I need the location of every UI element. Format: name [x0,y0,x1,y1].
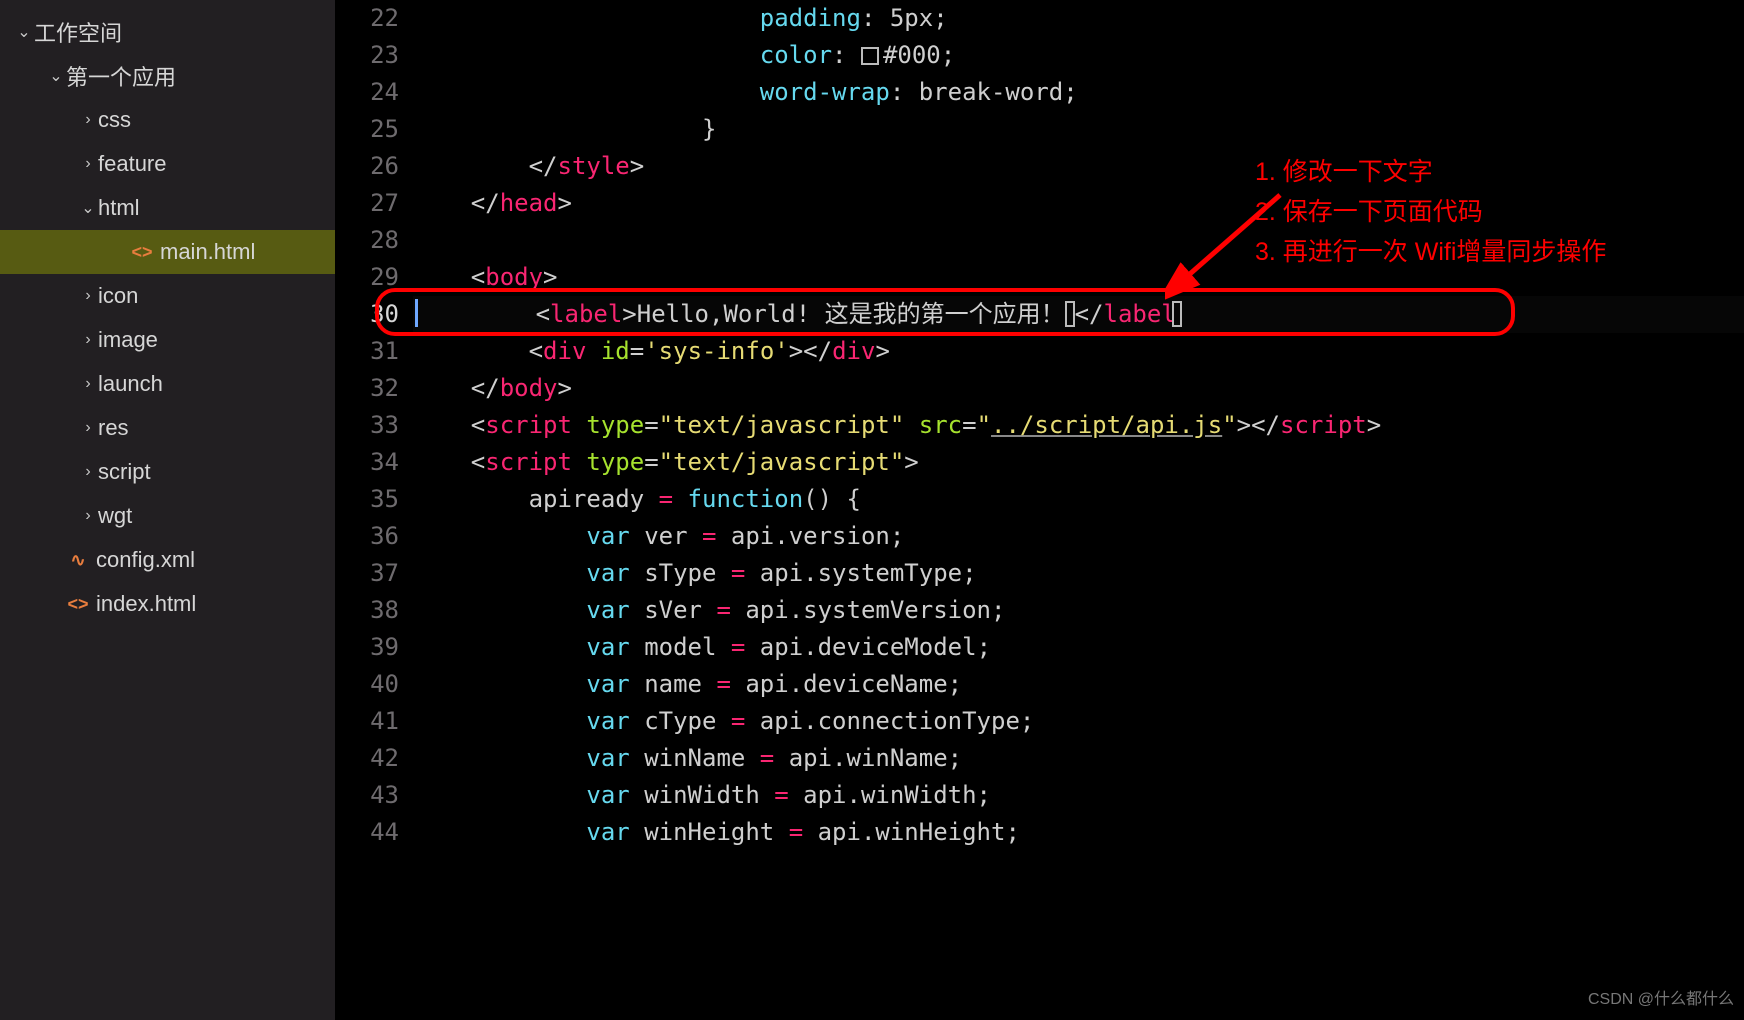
code-line[interactable]: var winHeight = api.winHeight; [413,814,1744,851]
code-line[interactable]: </style> [413,148,1744,185]
code-line[interactable]: var ver = api.version; [413,518,1744,555]
code-editor[interactable]: 2223242526272829303132333435363738394041… [335,0,1744,1020]
line-number: 44 [335,814,399,851]
code-line[interactable]: var sType = api.systemType; [413,555,1744,592]
tree-item-label: launch [98,371,163,397]
code-area[interactable]: padding: 5px; color: #000; word-wrap: br… [413,0,1744,851]
chevron-right-icon: › [78,463,98,481]
line-number: 26 [335,148,399,185]
watermark: CSDN @什么都什么 [1588,981,1734,1018]
line-number: 34 [335,444,399,481]
tree-item-label: main.html [160,239,255,265]
chevron-right-icon: › [78,419,98,437]
tree-item-label: html [98,195,140,221]
tree-folder-css[interactable]: ›css [0,98,335,142]
tree-item-label: 第一个应用 [66,60,176,92]
cursor-marker-icon [1065,301,1075,327]
tree-item-label: res [98,415,129,441]
cursor-marker-icon [1172,301,1182,327]
line-number: 30 [335,296,399,333]
tree-item-label: wgt [98,503,132,529]
tree-item-label: css [98,107,131,133]
tree-folder-第一个应用[interactable]: ⌄第一个应用 [0,54,335,98]
color-swatch-icon [861,47,879,65]
line-number: 38 [335,592,399,629]
chevron-right-icon: › [78,155,98,173]
line-number: 31 [335,333,399,370]
line-number: 42 [335,740,399,777]
tree-item-label: image [98,327,158,353]
tree-item-label: feature [98,151,167,177]
tree-folder-res[interactable]: ›res [0,406,335,450]
line-number: 24 [335,74,399,111]
tree-root[interactable]: ⌄ 工作空间 [0,10,335,54]
tree-item-label: index.html [96,591,196,617]
code-line[interactable]: </head> [413,185,1744,222]
chevron-down-icon: ⌄ [78,198,98,218]
chevron-right-icon: › [78,375,98,393]
code-line[interactable]: var sVer = api.systemVersion; [413,592,1744,629]
tree-folder-icon[interactable]: ›icon [0,274,335,318]
line-number: 39 [335,629,399,666]
line-number: 33 [335,407,399,444]
line-number: 29 [335,259,399,296]
chevron-right-icon: › [78,111,98,129]
tree-folder-html[interactable]: ⌄html [0,186,335,230]
code-line[interactable]: apiready = function() { [413,481,1744,518]
tree-folder-wgt[interactable]: ›wgt [0,494,335,538]
code-line[interactable]: padding: 5px; [413,0,1744,37]
app-root: ⌄ 工作空间 ⌄第一个应用›css›feature⌄html<>main.htm… [0,0,1744,1020]
line-number: 37 [335,555,399,592]
code-line[interactable]: <div id='sys-info'></div> [413,333,1744,370]
line-number: 27 [335,185,399,222]
code-file-icon: <> [66,594,90,615]
tree-file-index.html[interactable]: <> index.html [0,582,335,626]
tree-file-main.html[interactable]: <> main.html [0,230,335,274]
chevron-down-icon: ⌄ [14,22,34,42]
chevron-right-icon: › [78,507,98,525]
code-line[interactable]: </body> [413,370,1744,407]
code-line[interactable]: var winName = api.winName; [413,740,1744,777]
code-line[interactable]: <body> [413,259,1744,296]
tree-folder-image[interactable]: ›image [0,318,335,362]
chevron-down-icon: ⌄ [46,66,66,86]
tree-item-label: script [98,459,151,485]
code-line[interactable]: } [413,111,1744,148]
code-line[interactable]: var name = api.deviceName; [413,666,1744,703]
line-number: 22 [335,0,399,37]
line-number: 23 [335,37,399,74]
line-number: 28 [335,222,399,259]
line-number: 41 [335,703,399,740]
line-number: 40 [335,666,399,703]
code-line[interactable]: word-wrap: break-word; [413,74,1744,111]
code-file-icon: <> [130,242,154,263]
code-line[interactable]: <script type="text/javascript" src="../s… [413,407,1744,444]
code-line[interactable]: <script type="text/javascript"> [413,444,1744,481]
line-number: 32 [335,370,399,407]
code-line[interactable] [413,222,1744,259]
code-line[interactable]: color: #000; [413,37,1744,74]
line-number: 43 [335,777,399,814]
chevron-right-icon: › [78,331,98,349]
code-line[interactable]: var cType = api.connectionType; [413,703,1744,740]
text-caret-icon [415,299,418,327]
code-line[interactable]: var winWidth = api.winWidth; [413,777,1744,814]
line-number: 36 [335,518,399,555]
tree-folder-script[interactable]: ›script [0,450,335,494]
tree-item-label: config.xml [96,547,195,573]
code-line[interactable]: var model = api.deviceModel; [413,629,1744,666]
file-tree-sidebar[interactable]: ⌄ 工作空间 ⌄第一个应用›css›feature⌄html<>main.htm… [0,0,335,1020]
rss-icon: ∿ [66,550,90,571]
tree-folder-feature[interactable]: ›feature [0,142,335,186]
code-line[interactable]: <label>Hello,World! 这是我的第一个应用！</label [413,296,1744,333]
line-number: 35 [335,481,399,518]
line-number-gutter: 2223242526272829303132333435363738394041… [335,0,413,851]
tree-root-label: 工作空间 [34,16,122,48]
chevron-right-icon: › [78,287,98,305]
tree-item-label: icon [98,283,138,309]
line-number: 25 [335,111,399,148]
tree-folder-launch[interactable]: ›launch [0,362,335,406]
tree-file-config.xml[interactable]: ∿ config.xml [0,538,335,582]
